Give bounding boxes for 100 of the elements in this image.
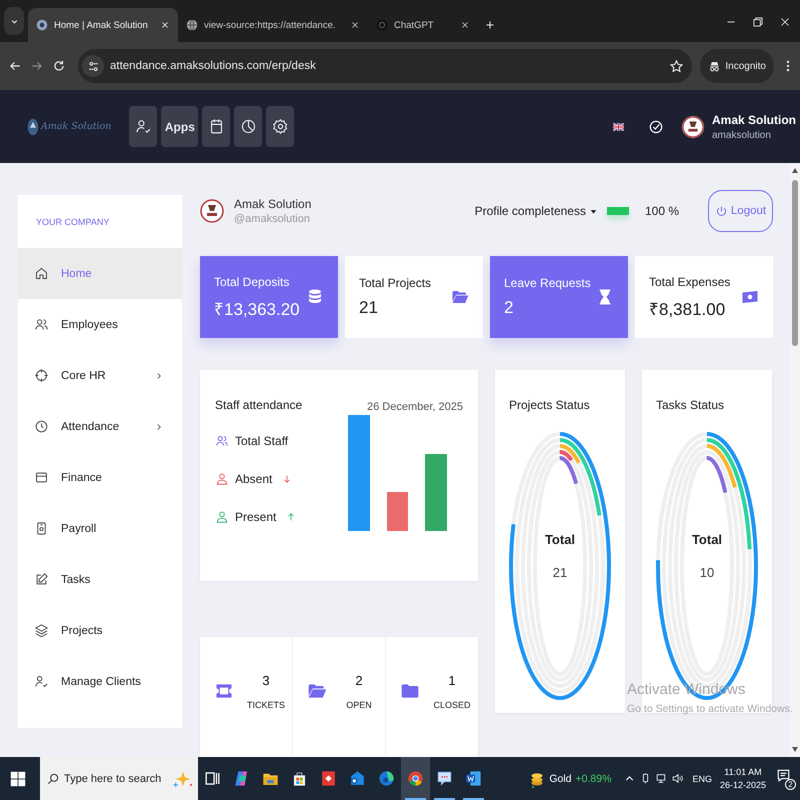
company-logo[interactable]: Amak Solution (27, 114, 112, 138)
sidebar-item[interactable]: Attendance (18, 401, 182, 452)
crosshair-icon (34, 368, 49, 383)
close-icon[interactable] (350, 20, 360, 30)
card-title: Staff attendance (215, 398, 302, 412)
word-icon (464, 769, 483, 788)
user-icon (215, 472, 229, 486)
home-icon (34, 266, 49, 281)
search-box[interactable]: Type here to search (40, 757, 198, 800)
sidebar-item[interactable]: Employees (18, 299, 182, 350)
restore-icon[interactable] (751, 15, 765, 29)
completeness-percent: 100 % (644, 204, 679, 218)
stat-title: Total Deposits (214, 274, 290, 288)
pie-chart-icon (240, 118, 257, 135)
stat-title: Total Expenses (649, 274, 732, 288)
stat-title: Total Projects (359, 276, 432, 290)
browser-tab[interactable]: ChatGPT (368, 8, 478, 42)
users-icon (34, 317, 49, 332)
market-widget[interactable]: Gold +0.89% (529, 770, 612, 788)
total-label: Total (692, 532, 722, 547)
clock[interactable]: 11:01 AM 26-12-2025 (720, 767, 766, 790)
stat-value: ₹13,363.20 (214, 298, 301, 320)
user-check-icon (34, 674, 49, 689)
sidebar-item[interactable]: Core HR (18, 350, 182, 401)
address-bar[interactable]: attendance.amaksolutions.com/erp/desk (78, 49, 692, 83)
arrow-down-icon (282, 474, 292, 484)
language-indicator[interactable]: ENG (692, 774, 712, 784)
legend-label: Absent (235, 472, 272, 486)
stat-value: ₹8,381.00 (649, 298, 726, 320)
bookmark-star-icon[interactable] (669, 58, 684, 74)
incognito-icon (708, 60, 722, 72)
mail-icon (348, 769, 367, 788)
profile-handle: @amaksolution (234, 213, 311, 225)
card-title: Projects Status (509, 398, 591, 412)
url-text: attendance.amaksolutions.com/erp/desk (110, 60, 317, 72)
user-check-button[interactable] (129, 106, 158, 147)
sidebar-item[interactable]: Home (18, 248, 182, 299)
ticket-label: OPEN (346, 700, 372, 710)
total-label: Total (544, 532, 576, 547)
notifications-icon[interactable] (776, 768, 791, 782)
flag-icon[interactable] (613, 122, 624, 130)
ticket-label: CLOSED (433, 700, 470, 710)
browser-tab[interactable]: Home | Amak Solution (28, 8, 178, 42)
sidebar-item[interactable]: Projects (18, 605, 182, 656)
search-field[interactable]: Type here to search (64, 772, 168, 784)
browser-icon (377, 769, 396, 788)
reload-icon[interactable] (52, 59, 66, 73)
new-tab-icon[interactable] (484, 19, 496, 31)
tab-title: view-source:https://attendance. (204, 20, 336, 30)
dropdown-caret-icon[interactable] (590, 208, 597, 214)
stat-title: Leave Requests (504, 276, 592, 290)
ticket-count: 1 (448, 672, 456, 688)
edit-icon (34, 572, 49, 587)
reports-button[interactable] (234, 106, 262, 147)
activation-hint: Go to Settings to activate Windows. (627, 703, 793, 715)
sidebar-item[interactable]: Tasks (18, 554, 182, 605)
start-icon[interactable] (10, 770, 26, 786)
avatar (200, 199, 224, 223)
site-settings-icon[interactable] (86, 60, 100, 72)
volume-icon[interactable] (671, 772, 684, 785)
chat-logo-icon (376, 19, 388, 31)
calendar-button[interactable] (202, 106, 230, 147)
browser-tab[interactable]: view-source:https://attendance. (178, 8, 368, 42)
profile-completeness-label[interactable]: Profile completeness (474, 204, 586, 218)
total-value: 21 (552, 565, 568, 580)
chrome-icon (406, 769, 425, 788)
tab-title: ChatGPT (394, 20, 435, 30)
legend-label: Total Staff (235, 434, 288, 448)
total-value: 10 (700, 565, 714, 580)
stat-value: 2 (504, 298, 514, 318)
sidebar-heading: YOUR COMPANY (35, 216, 110, 228)
apps-button[interactable]: Apps (161, 106, 198, 147)
arrow-up-icon (286, 512, 296, 522)
logo-text: Amak Solution (41, 121, 112, 132)
stat-value: 21 (359, 298, 379, 318)
logout-button[interactable]: Logout (708, 190, 773, 232)
logo-icon (36, 19, 48, 31)
layers-icon (34, 623, 49, 638)
more-menu-icon[interactable] (786, 59, 790, 73)
sidebar-item[interactable]: Payroll (18, 503, 182, 554)
ticker-change: +0.89% (576, 772, 612, 784)
search-icon (46, 772, 60, 786)
user-icon (215, 510, 229, 524)
incognito-button[interactable]: Incognito (700, 49, 774, 83)
card-icon (34, 470, 49, 485)
close-icon[interactable] (160, 20, 170, 30)
close-icon[interactable] (460, 20, 470, 30)
user-check-icon (134, 118, 152, 135)
user-handle: amaksolution (712, 130, 772, 140)
chat-icon (435, 769, 454, 788)
user-name: Amak Solution (712, 112, 798, 126)
ticket-label: TICKETS (246, 700, 285, 710)
ticker-name: Gold (549, 772, 572, 784)
sidebar-item[interactable]: Finance (18, 452, 182, 503)
avatar[interactable] (682, 116, 704, 138)
check-circle-icon[interactable] (648, 118, 664, 134)
settings-button[interactable] (266, 106, 294, 147)
sidebar-item[interactable]: Manage Clients (18, 656, 182, 707)
remote-desktop-icon (319, 769, 338, 788)
tab-title: Home | Amak Solution (54, 20, 149, 30)
